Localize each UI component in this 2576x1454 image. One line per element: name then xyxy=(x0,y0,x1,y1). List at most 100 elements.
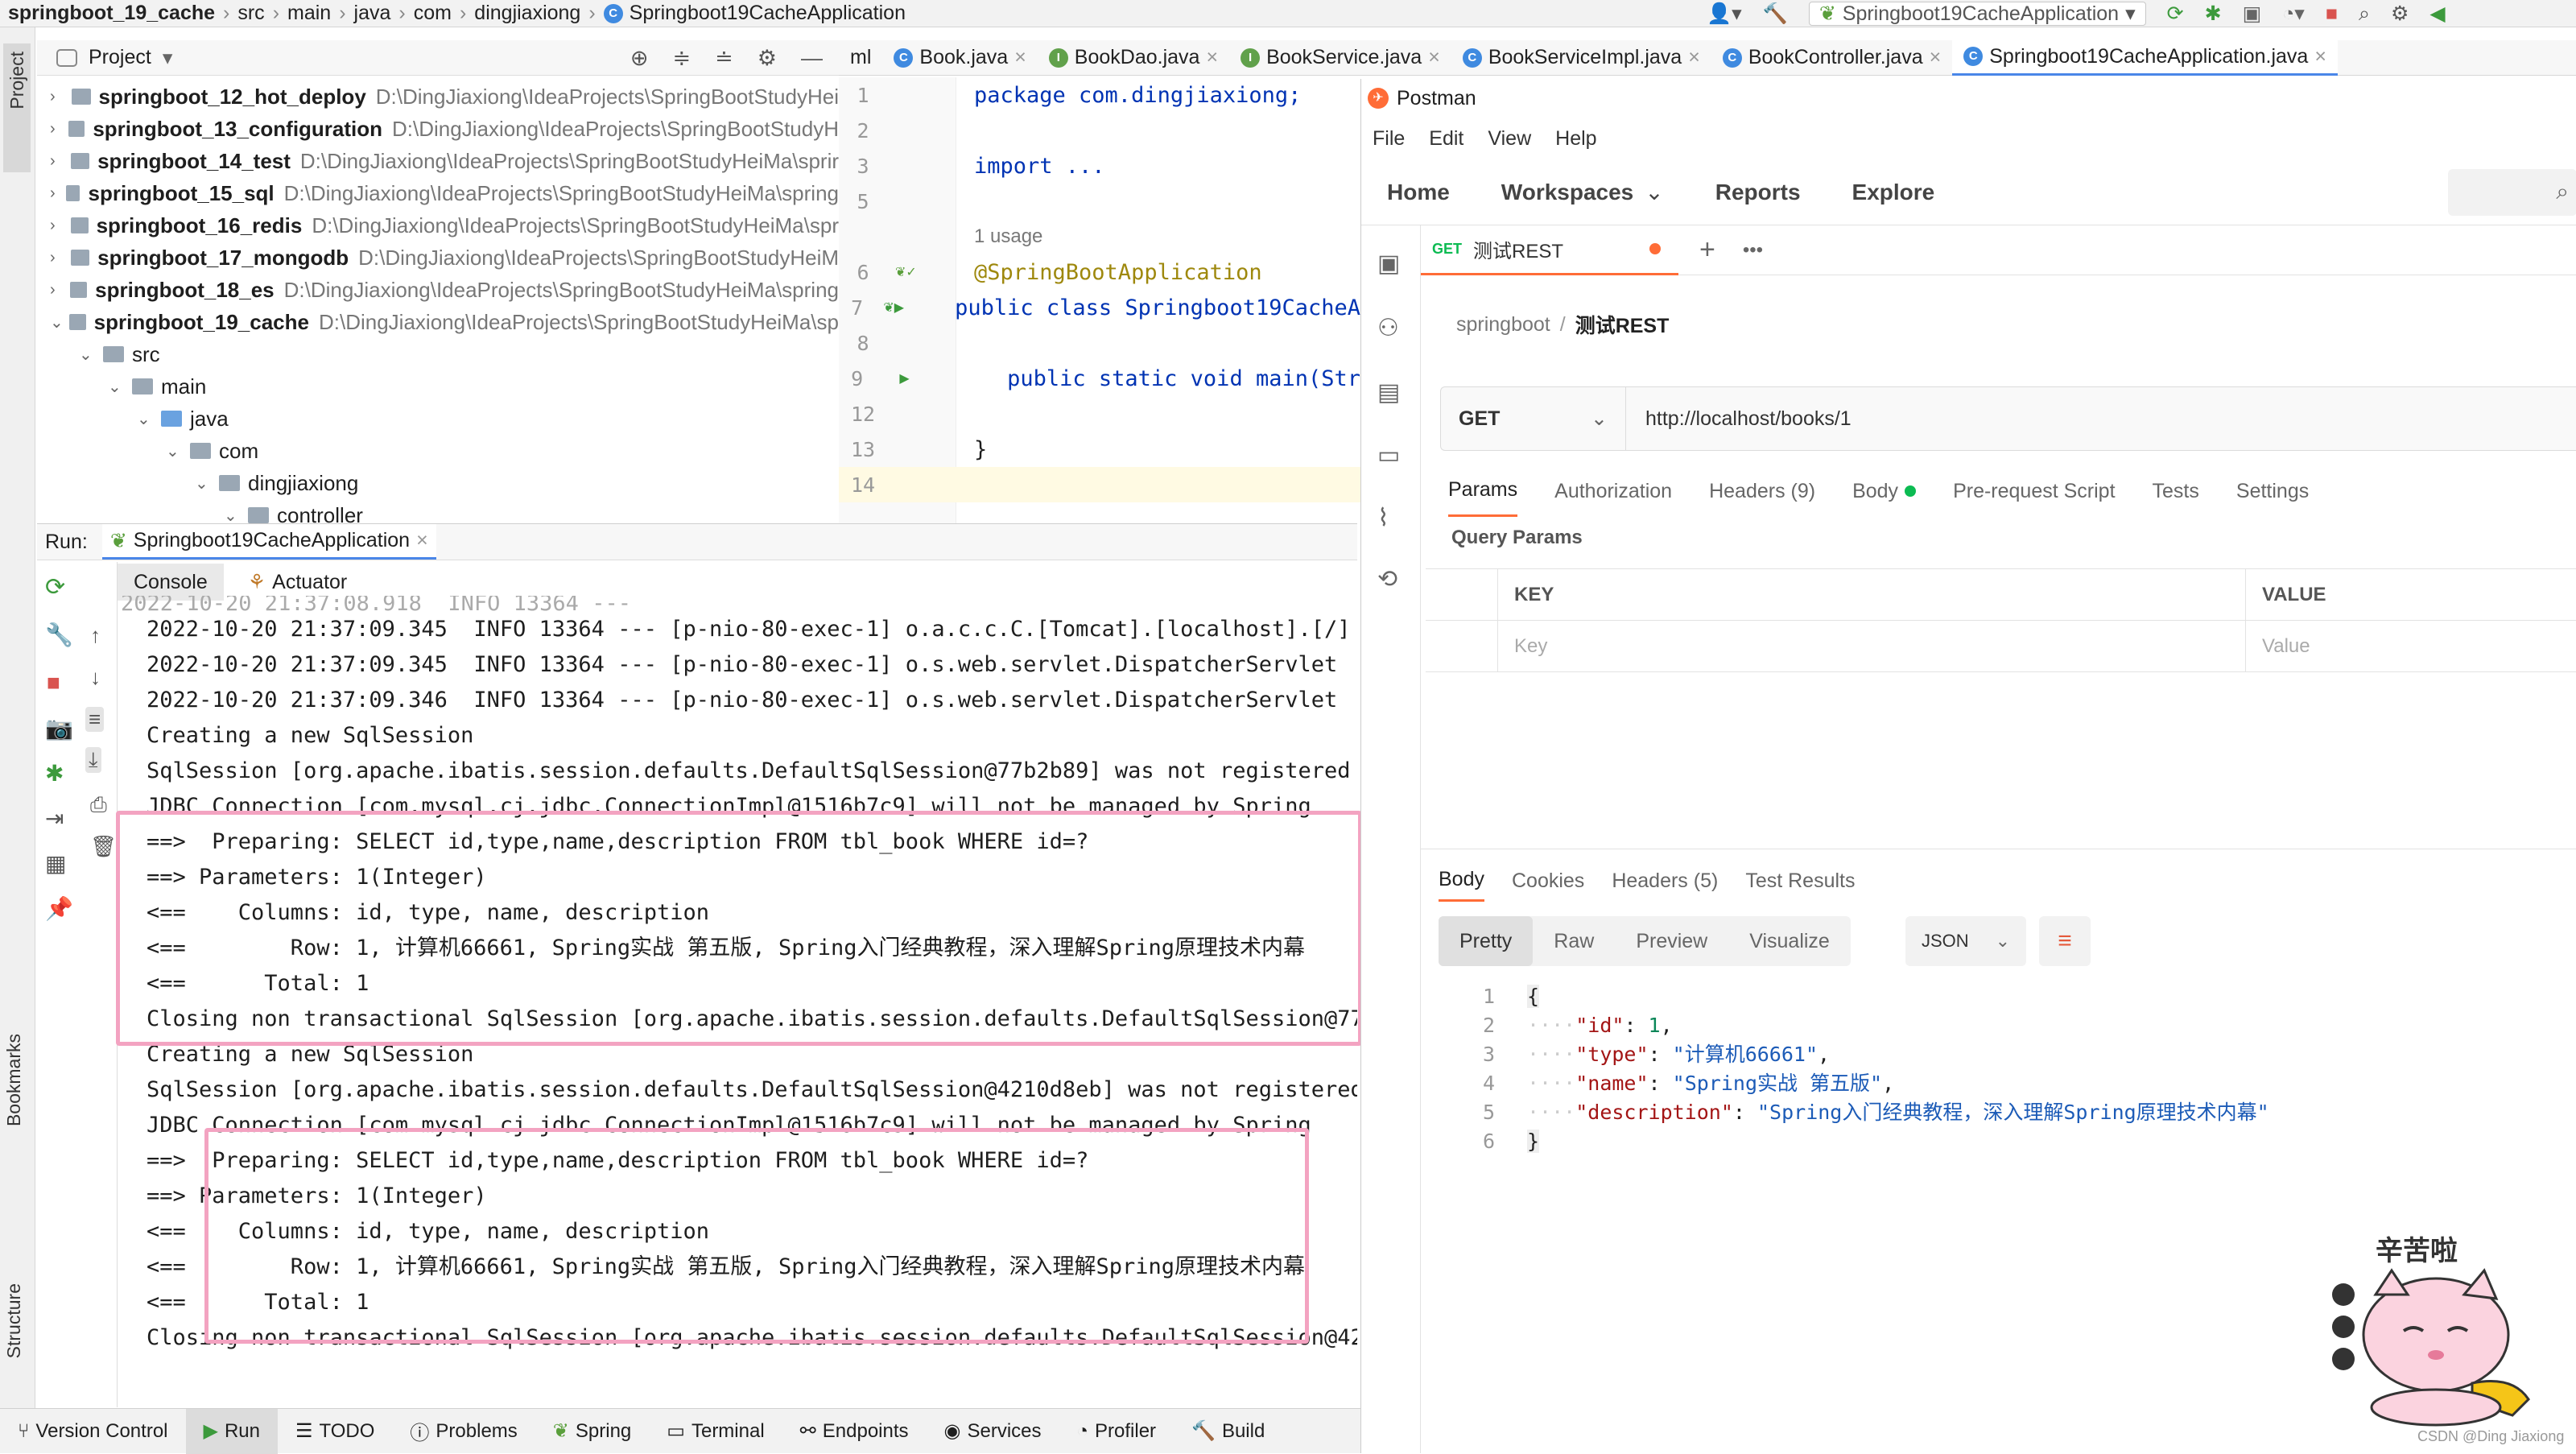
chevron-down-icon[interactable]: ⌄ xyxy=(79,345,103,365)
tree-item[interactable]: › springboot_15_sql D:\DingJiaxiong\IdeaPr… xyxy=(37,177,839,209)
usage-hint[interactable]: 1 usage xyxy=(974,225,1042,248)
monitors-icon[interactable]: ⌇ xyxy=(1377,504,1389,532)
layout-icon[interactable]: ▦ xyxy=(45,850,66,877)
chevron-right-icon[interactable]: › xyxy=(50,217,71,235)
tree-item-controller[interactable]: ⌄ controller xyxy=(37,499,839,523)
view-pretty[interactable]: Pretty xyxy=(1439,916,1534,966)
chevron-right-icon[interactable]: › xyxy=(50,281,70,299)
breadcrumb-java[interactable]: java xyxy=(346,2,399,25)
update-icon[interactable]: ◀ xyxy=(2429,2,2445,26)
tab-cookies[interactable]: Cookies xyxy=(1512,870,1584,893)
profiler-tool[interactable]: ◔ Profiler xyxy=(1059,1409,1174,1454)
key-input[interactable]: Key xyxy=(1514,635,2245,658)
code-editor[interactable]: 1 package com.dingjiaxiong; 2 3 import ...… xyxy=(839,77,1360,523)
user-icon[interactable]: 👤▾ xyxy=(1707,2,1742,26)
terminal-tool[interactable]: ▭ Terminal xyxy=(649,1409,782,1454)
run-config-select[interactable]: ❦ Springboot19CacheApplication ▾ xyxy=(1808,2,2146,26)
tree-item[interactable]: › springboot_13_configuration D:\DingJiaxi… xyxy=(37,113,839,145)
breadcrumb-src[interactable]: src xyxy=(229,2,272,25)
scroll-down-icon[interactable]: ↓ xyxy=(90,665,101,690)
tab-bookdao[interactable]: I BookDao.java × xyxy=(1038,40,1229,76)
tree-item[interactable]: ⌄ springboot_19_cache D:\DingJiaxiong\Idea… xyxy=(37,306,839,338)
tab-response-headers[interactable]: Headers (5) xyxy=(1612,870,1718,893)
chevron-right-icon[interactable]: › xyxy=(50,120,68,138)
scroll-to-end-icon[interactable]: ⤓ xyxy=(85,747,101,773)
tab-book[interactable]: C Book.java × xyxy=(882,40,1037,76)
print-icon[interactable]: ⎙ xyxy=(90,792,107,818)
hammer-icon[interactable]: 🔨 xyxy=(1763,2,1788,26)
tab-headers[interactable]: Headers (9) xyxy=(1709,480,1815,503)
soft-wrap-icon[interactable]: ≡ xyxy=(85,707,105,732)
tree-item-java[interactable]: ⌄ java xyxy=(37,403,839,435)
todo-tool[interactable]: ☰ TODO xyxy=(278,1409,392,1454)
method-select[interactable]: GET ⌄ xyxy=(1441,387,1626,450)
chevron-down-icon[interactable]: ⌄ xyxy=(108,377,132,397)
profile-icon[interactable]: ◔▾ xyxy=(2282,2,2305,26)
view-preview[interactable]: Preview xyxy=(1615,930,1728,953)
close-icon[interactable]: × xyxy=(416,529,428,552)
chevron-down-icon[interactable]: ⌄ xyxy=(137,409,161,429)
chevron-down-icon[interactable]: ▾ xyxy=(163,46,173,70)
close-icon[interactable]: × xyxy=(1688,46,1700,69)
project-panel-title[interactable]: Project xyxy=(89,46,151,69)
spring-tool[interactable]: ❦ Spring xyxy=(535,1409,649,1454)
chevron-down-icon[interactable]: ⌄ xyxy=(1645,179,1663,205)
nav-workspaces[interactable]: Workspaces xyxy=(1501,180,1633,205)
value-input[interactable]: Value xyxy=(2245,620,2310,672)
close-icon[interactable]: × xyxy=(1206,46,1218,69)
tab-bookcontroller[interactable]: C BookController.java × xyxy=(1711,40,1952,76)
view-raw[interactable]: Raw xyxy=(1533,930,1615,953)
stop-icon[interactable]: ■ xyxy=(47,670,60,696)
chevron-down-icon[interactable]: ⌄ xyxy=(50,312,69,333)
rerun-icon[interactable]: ⟳ xyxy=(45,573,65,601)
run-main-icon[interactable]: ▶ xyxy=(899,370,923,386)
search-icon[interactable]: ⌕ xyxy=(2359,2,2370,26)
structure-tool-window-button[interactable]: Structure xyxy=(3,1283,31,1396)
tree-item[interactable]: › springboot_14_test D:\DingJiaxiong\IdeaP… xyxy=(37,145,839,177)
rerun-icon[interactable]: ⟳ xyxy=(2167,2,2184,26)
debug-icon[interactable]: ✱ xyxy=(2205,2,2222,26)
expand-all-icon[interactable]: ≑ xyxy=(673,46,691,71)
format-select[interactable]: JSON ⌄ xyxy=(1905,916,2026,966)
gear-icon[interactable]: ⚙ xyxy=(2391,2,2409,26)
hide-icon[interactable]: — xyxy=(801,46,823,71)
nav-reports[interactable]: Reports xyxy=(1715,180,1801,205)
collections-icon[interactable]: ▣ xyxy=(1377,250,1400,278)
postman-search-box[interactable]: ⌕ xyxy=(2448,169,2576,216)
close-icon[interactable]: × xyxy=(2314,45,2326,68)
tree-item-com[interactable]: ⌄ com xyxy=(37,435,839,467)
tree-item-main[interactable]: ⌄ main xyxy=(37,370,839,403)
gear-icon[interactable]: ⚙ xyxy=(758,46,777,71)
tab-response-body[interactable]: Body xyxy=(1439,860,1484,902)
chevron-right-icon[interactable]: › xyxy=(50,88,72,106)
coverage-icon[interactable]: ▣ xyxy=(2243,2,2262,26)
breadcrumb-dingjiaxiong[interactable]: dingjiaxiong xyxy=(466,2,588,25)
menu-view[interactable]: View xyxy=(1488,127,1531,151)
tab-authorization[interactable]: Authorization xyxy=(1554,480,1672,503)
debug-icon[interactable]: ✱ xyxy=(45,760,64,787)
breadcrumb-class[interactable]: C Springboot19CacheApplication xyxy=(596,2,914,25)
mock-servers-icon[interactable]: ▭ xyxy=(1377,441,1400,469)
close-icon[interactable]: × xyxy=(1014,46,1026,69)
locate-icon[interactable]: ⊕ xyxy=(630,46,649,71)
breadcrumb-com[interactable]: com xyxy=(406,2,460,25)
spring-bean-icon[interactable]: ❦✓ xyxy=(895,264,926,280)
tree-item[interactable]: › springboot_17_mongodb D:\DingJiaxiong\Id… xyxy=(37,242,839,274)
run-gutter-icon[interactable]: ❦▶ xyxy=(883,299,906,316)
tree-item[interactable]: › springboot_12_hot_deploy D:\DingJiaxiong… xyxy=(37,81,839,113)
breadcrumb-collection[interactable]: springboot xyxy=(1456,313,1550,337)
project-tool-window-button[interactable]: Project xyxy=(3,43,31,172)
history-icon[interactable]: ⟲ xyxy=(1377,565,1397,593)
environments-icon[interactable]: ▤ xyxy=(1377,378,1400,407)
chevron-down-icon[interactable]: ⌄ xyxy=(166,441,190,461)
tree-item-dingjiaxiong[interactable]: ⌄ dingjiaxiong xyxy=(37,467,839,499)
menu-edit[interactable]: Edit xyxy=(1429,127,1463,151)
tab-pre-request-script[interactable]: Pre-request Script xyxy=(1953,480,2115,503)
tree-item[interactable]: › springboot_16_redis D:\DingJiaxiong\Idea… xyxy=(37,209,839,242)
exit-icon[interactable]: ⇥ xyxy=(45,805,64,832)
wrench-icon[interactable]: 🔧 xyxy=(45,622,73,648)
endpoints-tool[interactable]: ⚯ Endpoints xyxy=(782,1409,927,1454)
tree-item[interactable]: › springboot_18_es D:\DingJiaxiong\IdeaPro… xyxy=(37,274,839,306)
problems-tool[interactable]: ⓘ Problems xyxy=(392,1409,535,1454)
nav-home[interactable]: Home xyxy=(1387,180,1450,205)
